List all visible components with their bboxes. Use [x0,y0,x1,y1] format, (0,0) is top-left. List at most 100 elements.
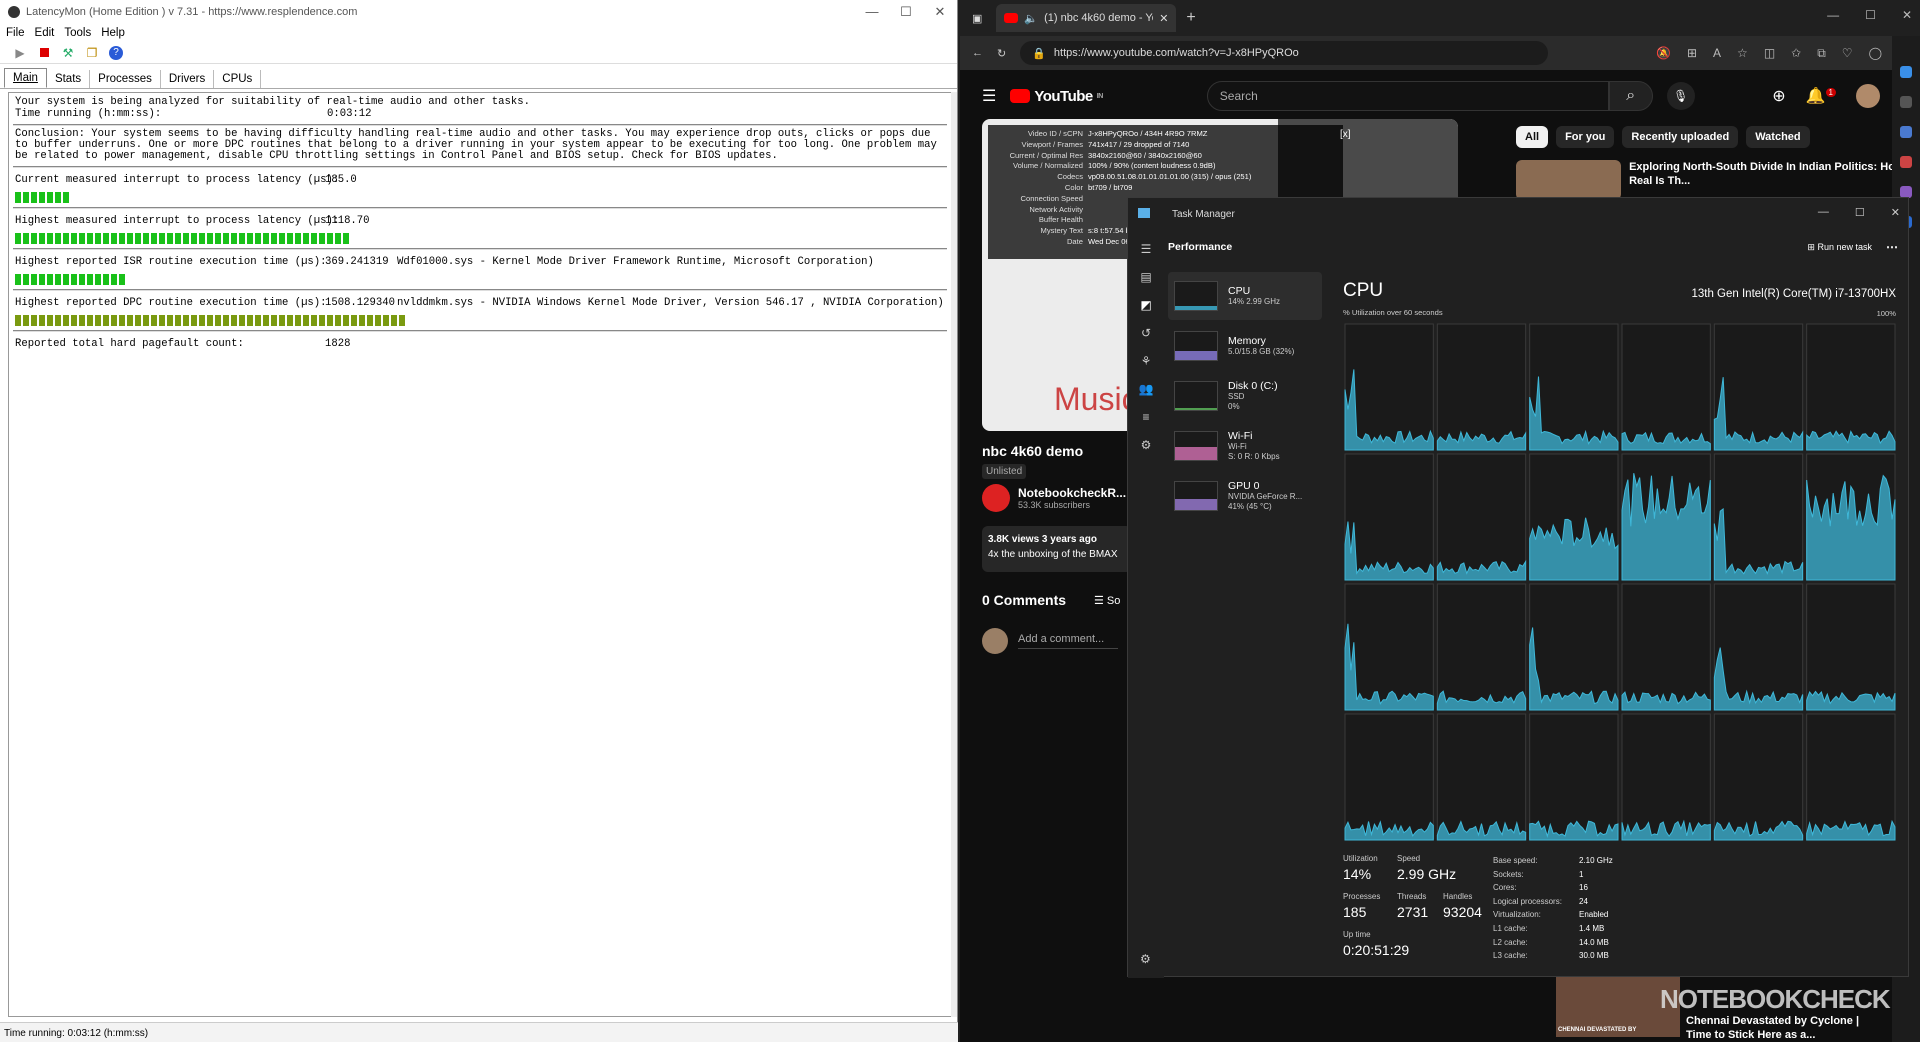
channel-name[interactable]: NotebookcheckR... [1018,486,1126,500]
bell-off-icon[interactable]: 🔕 [1656,46,1671,61]
bar-segment [207,233,213,244]
utilization-caption: % Utilization over 60 seconds [1343,308,1443,317]
chip-recently-uploaded[interactable]: Recently uploaded [1622,126,1739,148]
split-screen-icon[interactable]: ◫ [1764,46,1775,61]
favorite-icon[interactable]: ☆ [1737,46,1748,61]
bar-segment [31,233,37,244]
maximize-icon[interactable]: ☐ [889,4,923,20]
details-icon[interactable]: ≡ [1142,410,1149,424]
microphone-icon[interactable]: 🎙 [1666,82,1695,110]
chip-watched[interactable]: Watched [1746,126,1810,148]
device-item-cpu[interactable]: CPU 14% 2.99 GHz [1168,272,1322,320]
favorites-icon[interactable]: ✩ [1791,46,1801,61]
users-icon[interactable]: 👥 [1139,382,1154,396]
tab-processes[interactable]: Processes [90,70,161,88]
minimize-icon[interactable]: — [1818,206,1829,219]
close-icon[interactable]: ✕ [1902,8,1912,22]
processes-icon[interactable]: ▤ [1140,270,1151,284]
chip-all[interactable]: All [1516,126,1549,148]
hamburger-icon[interactable]: ☰ [1141,242,1152,256]
menu-help[interactable]: Help [101,27,125,39]
hamburger-icon[interactable]: ☰ [982,86,996,106]
core-graph [1436,583,1527,711]
url-text: https://www.youtube.com/watch?v=J-x8HPyQ… [1053,47,1299,59]
tab-close-icon[interactable]: ✕ [1159,12,1168,25]
video-description[interactable]: 3.8K views 3 years ago 4x the unboxing o… [982,526,1132,572]
bar-segment [295,315,301,326]
close-icon[interactable]: ✕ [1891,206,1900,219]
search-input[interactable]: Search [1206,81,1609,111]
tools-icon[interactable]: ⚒ [60,45,76,61]
processes-value: 185 [1343,904,1367,920]
minimize-icon[interactable]: — [1827,8,1839,22]
sort-button[interactable]: ☰ So [1094,594,1120,607]
tab-main[interactable]: Main [4,68,47,88]
help-icon[interactable]: ? [108,45,124,61]
startup-apps-icon[interactable]: ⚘ [1141,354,1152,368]
create-icon[interactable]: ⊕ [1772,86,1785,106]
back-icon[interactable]: ← [972,47,983,59]
bar-segment [119,274,125,285]
device-item-wi-fi[interactable]: Wi-Fi Wi-Fi S: 0 R: 0 Kbps [1168,422,1322,470]
toolbox-icon[interactable] [1900,156,1912,168]
more-icon[interactable]: ⋯ [1886,240,1898,254]
bar-segment [303,233,309,244]
copilot-icon[interactable] [1900,66,1912,78]
new-tab-icon[interactable]: + [1186,9,1195,27]
search-icon[interactable]: ⌕ [1608,81,1653,111]
menu-file[interactable]: File [6,27,25,39]
collections-icon[interactable]: ⧉ [1817,46,1826,61]
latency-bar [15,233,945,244]
stop-icon[interactable] [36,45,52,61]
app-history-icon[interactable]: ↺ [1141,326,1151,340]
browser-tab[interactable]: 🔈 (1) nbc 4k60 demo - YouTu ✕ [996,4,1177,32]
tab-drivers[interactable]: Drivers [161,70,215,88]
device-item-gpu-0[interactable]: GPU 0 NVIDIA GeForce R... 41% (45 °C) [1168,472,1322,520]
avatar[interactable] [1856,84,1880,108]
address-bar[interactable]: 🔒 https://www.youtube.com/watch?v=J-x8HP… [1020,41,1549,65]
speaker-icon[interactable]: 🔈 [1024,12,1038,25]
apps-icon[interactable]: ⊞ [1687,46,1697,61]
stats-close-icon[interactable]: [x] [1340,129,1351,140]
scrollbar[interactable] [951,92,957,1017]
services-icon[interactable]: ⚙ [1141,438,1152,452]
performance-icon[interactable]: ◩ [1140,298,1151,312]
channel-info[interactable]: NotebookcheckR... 53.3K subscribers [982,484,1126,512]
recommended-video[interactable]: Exploring North-South Divide In Indian P… [1516,160,1916,200]
recommended-title[interactable]: Chennai Devastated by Cyclone | Time to … [1686,1014,1886,1042]
maximize-icon[interactable]: ☐ [1865,8,1876,22]
menu-edit[interactable]: Edit [35,27,55,39]
refresh-icon[interactable]: ↻ [997,47,1006,60]
video-thumbnail[interactable] [1516,160,1622,200]
notifications-icon[interactable]: 🔔 1 [1806,86,1836,106]
heart-icon[interactable]: ♡ [1842,46,1853,61]
device-item-disk-0-c[interactable]: Disk 0 (C:) SSD 0% [1168,372,1322,420]
close-icon[interactable]: ✕ [923,4,957,20]
device-item-memory[interactable]: Memory 5.0/15.8 GB (32%) [1168,322,1322,370]
threads-label: Threads [1397,892,1427,901]
tab-cpus[interactable]: CPUs [214,70,262,88]
comment-box[interactable]: Add a comment... [982,628,1118,654]
profile-icon[interactable]: ◯ [1869,46,1882,61]
device-sparkline [1174,331,1218,361]
chip-for-you[interactable]: For you [1556,126,1615,148]
menu-tools[interactable]: Tools [64,27,91,39]
tab-stats[interactable]: Stats [47,70,91,88]
read-aloud-icon[interactable]: A [1713,46,1721,61]
search-icon[interactable] [1900,96,1912,108]
bar-segment [167,233,173,244]
recommended-title[interactable]: Exploring North-South Divide In Indian P… [1629,160,1916,200]
windows-icon[interactable]: ❐ [84,45,100,61]
comment-input[interactable]: Add a comment... [1018,633,1118,649]
core-graph [1713,713,1804,841]
time-label: Time running (h:mm:ss): [15,108,162,120]
settings-icon[interactable]: ⚙ [1140,952,1151,966]
youtube-logo[interactable]: YouTube IN [1010,88,1103,105]
channel-avatar[interactable] [982,484,1010,512]
play-icon[interactable]: ▶ [12,45,28,61]
minimize-icon[interactable]: — [855,4,889,20]
tag-icon[interactable] [1900,126,1912,138]
tab-actions-icon[interactable]: ▣ [972,12,982,25]
run-new-task-button[interactable]: ⊞ Run new task [1807,242,1872,253]
maximize-icon[interactable]: ☐ [1855,206,1865,219]
